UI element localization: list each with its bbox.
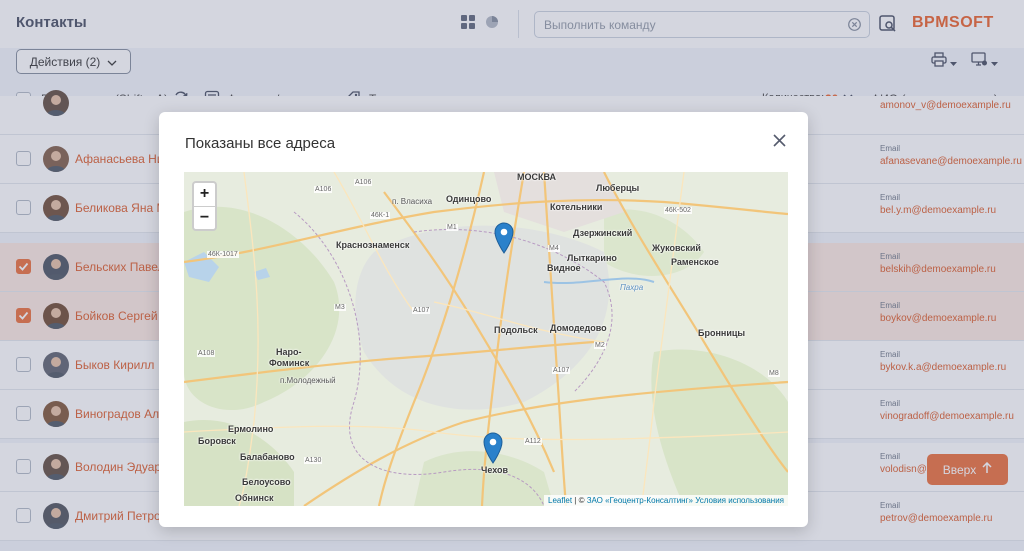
road-label: М1 <box>446 224 458 231</box>
road-label: А106 <box>314 186 333 193</box>
map-label-balabanovo: Балабаново <box>240 452 295 462</box>
close-icon[interactable] <box>772 133 787 148</box>
map-label-molodezhny: п.Молодежный <box>280 376 336 385</box>
map-label-lytkarino: Лыткарино <box>567 253 617 263</box>
map-marker-icon[interactable] <box>483 432 503 464</box>
map-label-bronnitsy: Бронницы <box>698 328 746 338</box>
map-label-ermolino: Ермолино <box>228 424 274 434</box>
road-label: А106 <box>354 179 373 186</box>
leaflet-link[interactable]: Leaflet <box>548 496 572 505</box>
map-label-krasnoznamensk: Краснознаменск <box>336 240 410 250</box>
provider-link[interactable]: ЗАО «Геоцентр-Консалтинг» <box>587 496 693 505</box>
map-marker-icon[interactable] <box>494 222 514 254</box>
road-label: 46К-1 <box>370 212 391 219</box>
map-label-kotelniki: Котельники <box>550 202 603 212</box>
road-label: М8 <box>768 370 780 377</box>
map-label-domodedovo: Домодедово <box>550 323 607 333</box>
map-view[interactable]: МОСКВА Одинцово Люберцы Котельники п. Вл… <box>184 172 788 506</box>
map-attribution: Leaflet | © ЗАО «Геоцентр-Консалтинг» Ус… <box>544 495 788 506</box>
zoom-out-button[interactable]: − <box>194 206 215 229</box>
map-label-pakhra: Пахра <box>620 283 644 292</box>
map-label-chekhov: Чехов <box>481 465 509 475</box>
map-label-naro-fominsk-2: Фоминск <box>269 358 310 368</box>
road-label: М2 <box>594 342 606 349</box>
zoom-control: + − <box>192 181 217 231</box>
map-label-naro-fominsk-1: Наро- <box>276 347 302 357</box>
map-label-vlasikha: п. Власиха <box>392 197 433 206</box>
road-label: А107 <box>412 307 431 314</box>
zoom-in-button[interactable]: + <box>194 183 215 206</box>
road-label: 46К-1017 <box>207 251 239 258</box>
map-label-moskva: МОСКВА <box>517 172 557 182</box>
map-label-obninsk: Обнинск <box>235 493 274 503</box>
map-label-podolsk: Подольск <box>494 325 538 335</box>
map-dialog: Показаны все адреса МОСКВА Одинцово Любе… <box>159 112 808 527</box>
map-label-lubertsy: Люберцы <box>596 183 640 193</box>
map-label-borovsk: Боровск <box>198 436 236 446</box>
terms-link[interactable]: Условия использования <box>695 496 784 505</box>
road-label: А112 <box>524 438 542 445</box>
map-label-odintsovo: Одинцово <box>446 194 492 204</box>
road-label: А108 <box>197 350 216 357</box>
road-label: 46К-502 <box>664 207 692 214</box>
road-label: М3 <box>334 304 346 311</box>
dialog-title: Показаны все адреса <box>185 135 336 152</box>
map-label-zhukovsky: Жуковский <box>652 243 701 253</box>
map-label-ramenskoe: Раменское <box>671 257 719 267</box>
attribution-separator: | © <box>572 496 587 505</box>
map-label-vidnoe: Видное <box>547 263 581 273</box>
road-label: А107 <box>552 367 571 374</box>
road-label: М4 <box>548 245 560 252</box>
map-label-dzerzhinsky: Дзержинский <box>573 228 633 238</box>
road-label: А130 <box>304 457 323 464</box>
map-label-belousovo: Белоусово <box>242 477 291 487</box>
